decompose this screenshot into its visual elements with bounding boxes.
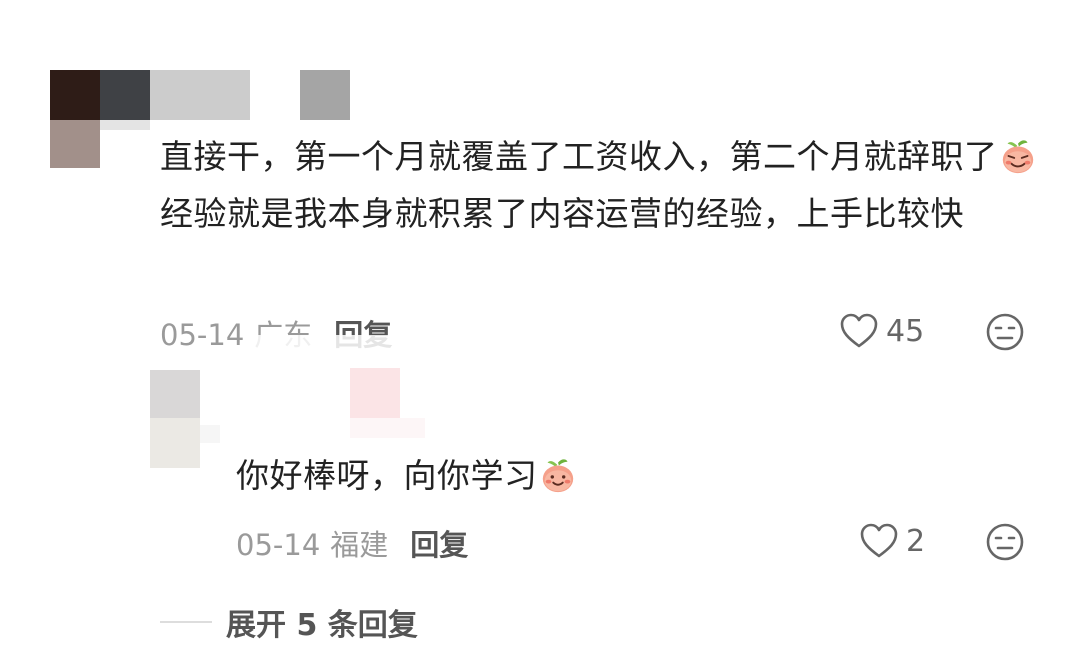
reply-reply-button[interactable]: 回复 bbox=[410, 528, 468, 562]
heart-icon bbox=[860, 523, 898, 558]
reply-region: 福建 bbox=[330, 528, 389, 562]
neutral-face-icon[interactable] bbox=[984, 521, 1026, 563]
reply-text: 你好棒呀，向你学习 bbox=[236, 450, 578, 502]
expand-replies-button[interactable]: 展开 5 条回复 bbox=[160, 600, 418, 644]
reply-like-button[interactable]: 2 bbox=[858, 520, 925, 562]
comment-text-part2: 经验就是我本身就积累了内容运营的经验，上手比较快 bbox=[160, 194, 964, 233]
comment-date: 05-14 bbox=[160, 318, 245, 352]
neutral-face-icon[interactable] bbox=[984, 311, 1026, 353]
peach-face-emoji-icon bbox=[1002, 140, 1033, 174]
peach-smile-emoji-icon bbox=[542, 459, 573, 493]
meta-overlap-veil bbox=[250, 335, 420, 349]
reply-like-count: 2 bbox=[906, 523, 926, 559]
comment-like-button[interactable]: 45 bbox=[838, 310, 924, 352]
comment-like-count: 45 bbox=[886, 313, 925, 349]
reply-meta: 05-14 福建 回复 bbox=[236, 522, 468, 564]
comment-text-part1: 直接干，第一个月就覆盖了工资收入，第二个月就辞职了 bbox=[160, 137, 998, 176]
heart-icon bbox=[840, 313, 878, 348]
reply-text-body: 你好棒呀，向你学习 bbox=[236, 456, 538, 495]
expand-divider bbox=[160, 621, 212, 623]
comment-text: 直接干，第一个月就覆盖了工资收入，第二个月就辞职了 经验就是我本身就积累了内容运… bbox=[160, 128, 1040, 242]
expand-replies-label: 展开 5 条回复 bbox=[226, 608, 418, 643]
reply-date: 05-14 bbox=[236, 528, 321, 562]
